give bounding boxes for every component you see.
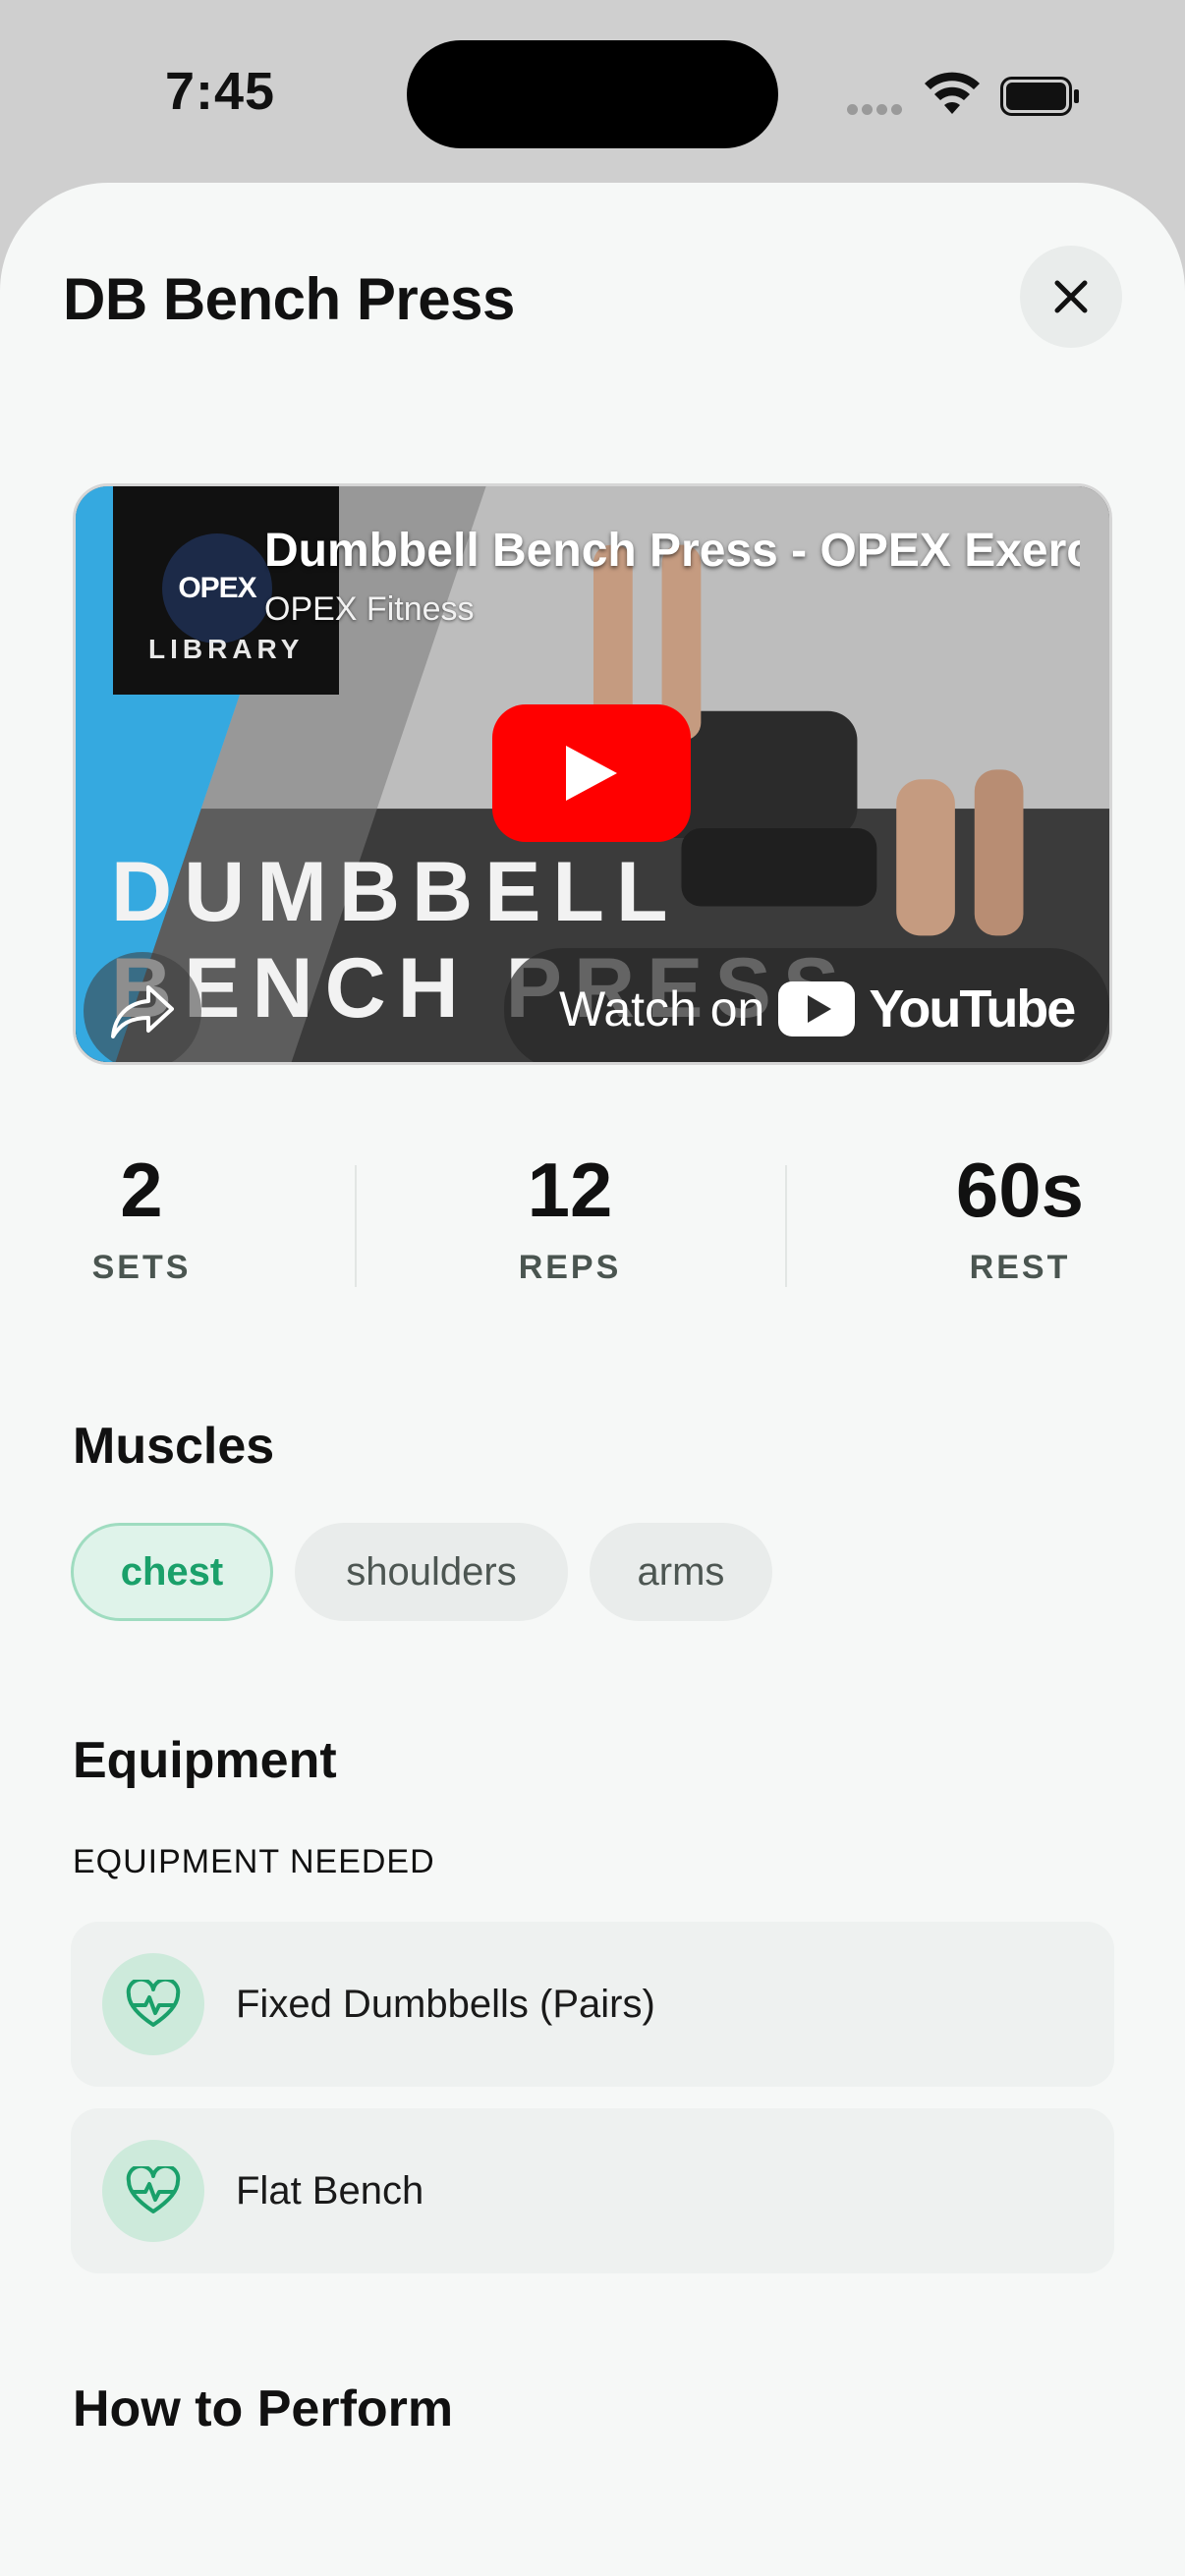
thumbnail-overlay-text: DUMBBELL — [111, 845, 680, 939]
stat-value: 60s — [955, 1147, 1085, 1233]
how-to-perform-heading: How to Perform — [73, 2380, 454, 2437]
close-button[interactable] — [1020, 246, 1122, 348]
channel-logo-sub: LIBRARY — [148, 634, 305, 664]
equipment-item-label: Flat Bench — [236, 2168, 424, 2212]
equipment-item-label: Fixed Dumbbells (Pairs) — [236, 1982, 655, 2026]
stat-sets: 2 SETS — [69, 1146, 214, 1287]
battery-icon — [1000, 77, 1079, 116]
close-icon — [1054, 280, 1088, 313]
video-title[interactable]: Dumbbell Bench Press - OPEX Exercise Lib… — [264, 524, 1080, 578]
video-channel-name[interactable]: OPEX Fitness — [264, 590, 475, 629]
video-player[interactable]: OPEX LIBRARY Dumbbell Bench Press - OPEX… — [73, 483, 1112, 1065]
share-button[interactable] — [84, 952, 201, 1062]
muscle-chip-shoulders[interactable]: shoulders — [295, 1523, 568, 1621]
stat-label: REPS — [518, 1249, 622, 1286]
stat-label: REST — [969, 1249, 1071, 1286]
play-icon — [566, 746, 617, 801]
watch-on-label: Watch on — [559, 981, 765, 1036]
status-time: 7:45 — [165, 62, 276, 121]
muscles-heading: Muscles — [73, 1418, 275, 1475]
stat-divider — [355, 1165, 357, 1287]
equipment-item: Flat Bench — [71, 2108, 1114, 2273]
youtube-wordmark: YouTube — [869, 980, 1076, 1038]
equipment-item: Fixed Dumbbells (Pairs) — [71, 1922, 1114, 2087]
stat-label: SETS — [91, 1249, 192, 1286]
muscle-chip-arms[interactable]: arms — [590, 1523, 772, 1621]
exercise-detail-sheet: DB Bench Press OPEX LIBRARY Dumbbell Ben… — [0, 183, 1185, 2576]
stat-value: 2 — [120, 1147, 163, 1233]
stat-rest: 60s REST — [933, 1146, 1106, 1287]
heart-pulse-icon — [102, 1953, 204, 2055]
page-title: DB Bench Press — [63, 266, 515, 332]
equipment-heading: Equipment — [73, 1732, 337, 1789]
youtube-logo-icon — [778, 981, 856, 1036]
cellular-signal-icon — [847, 102, 906, 115]
muscle-chip-chest[interactable]: chest — [71, 1523, 273, 1621]
heart-pulse-icon — [102, 2140, 204, 2242]
status-bar: 7:45 — [0, 0, 1185, 187]
watch-on-youtube-button[interactable]: Watch on YouTube — [504, 948, 1109, 1062]
stat-divider — [785, 1165, 787, 1287]
stat-reps: 12 REPS — [491, 1146, 649, 1287]
equipment-needed-label: EQUIPMENT NEEDED — [73, 1843, 435, 1880]
channel-logo: OPEX — [162, 533, 272, 644]
wifi-icon — [925, 72, 980, 114]
share-icon — [111, 985, 174, 1038]
dynamic-island — [407, 40, 778, 148]
play-button[interactable] — [492, 704, 691, 842]
stat-value: 12 — [527, 1147, 613, 1233]
